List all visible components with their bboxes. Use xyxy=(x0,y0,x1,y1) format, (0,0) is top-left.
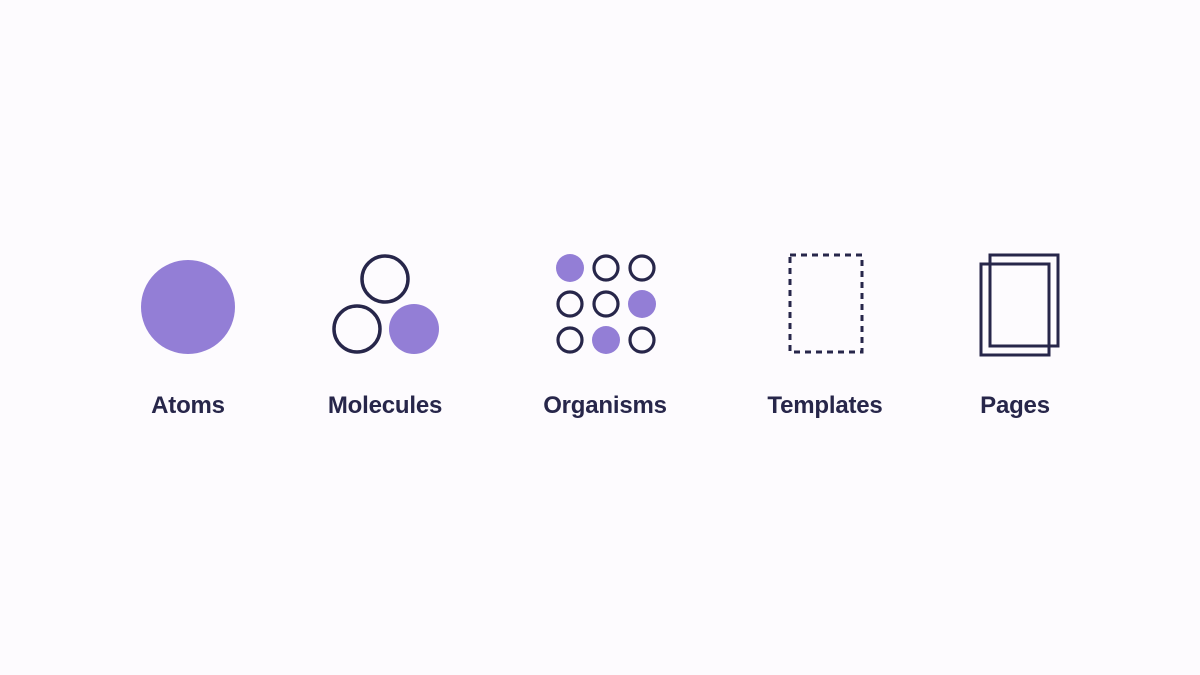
stage-label-pages: Pages xyxy=(980,392,1050,419)
stacked-pages-icon xyxy=(979,253,1060,357)
